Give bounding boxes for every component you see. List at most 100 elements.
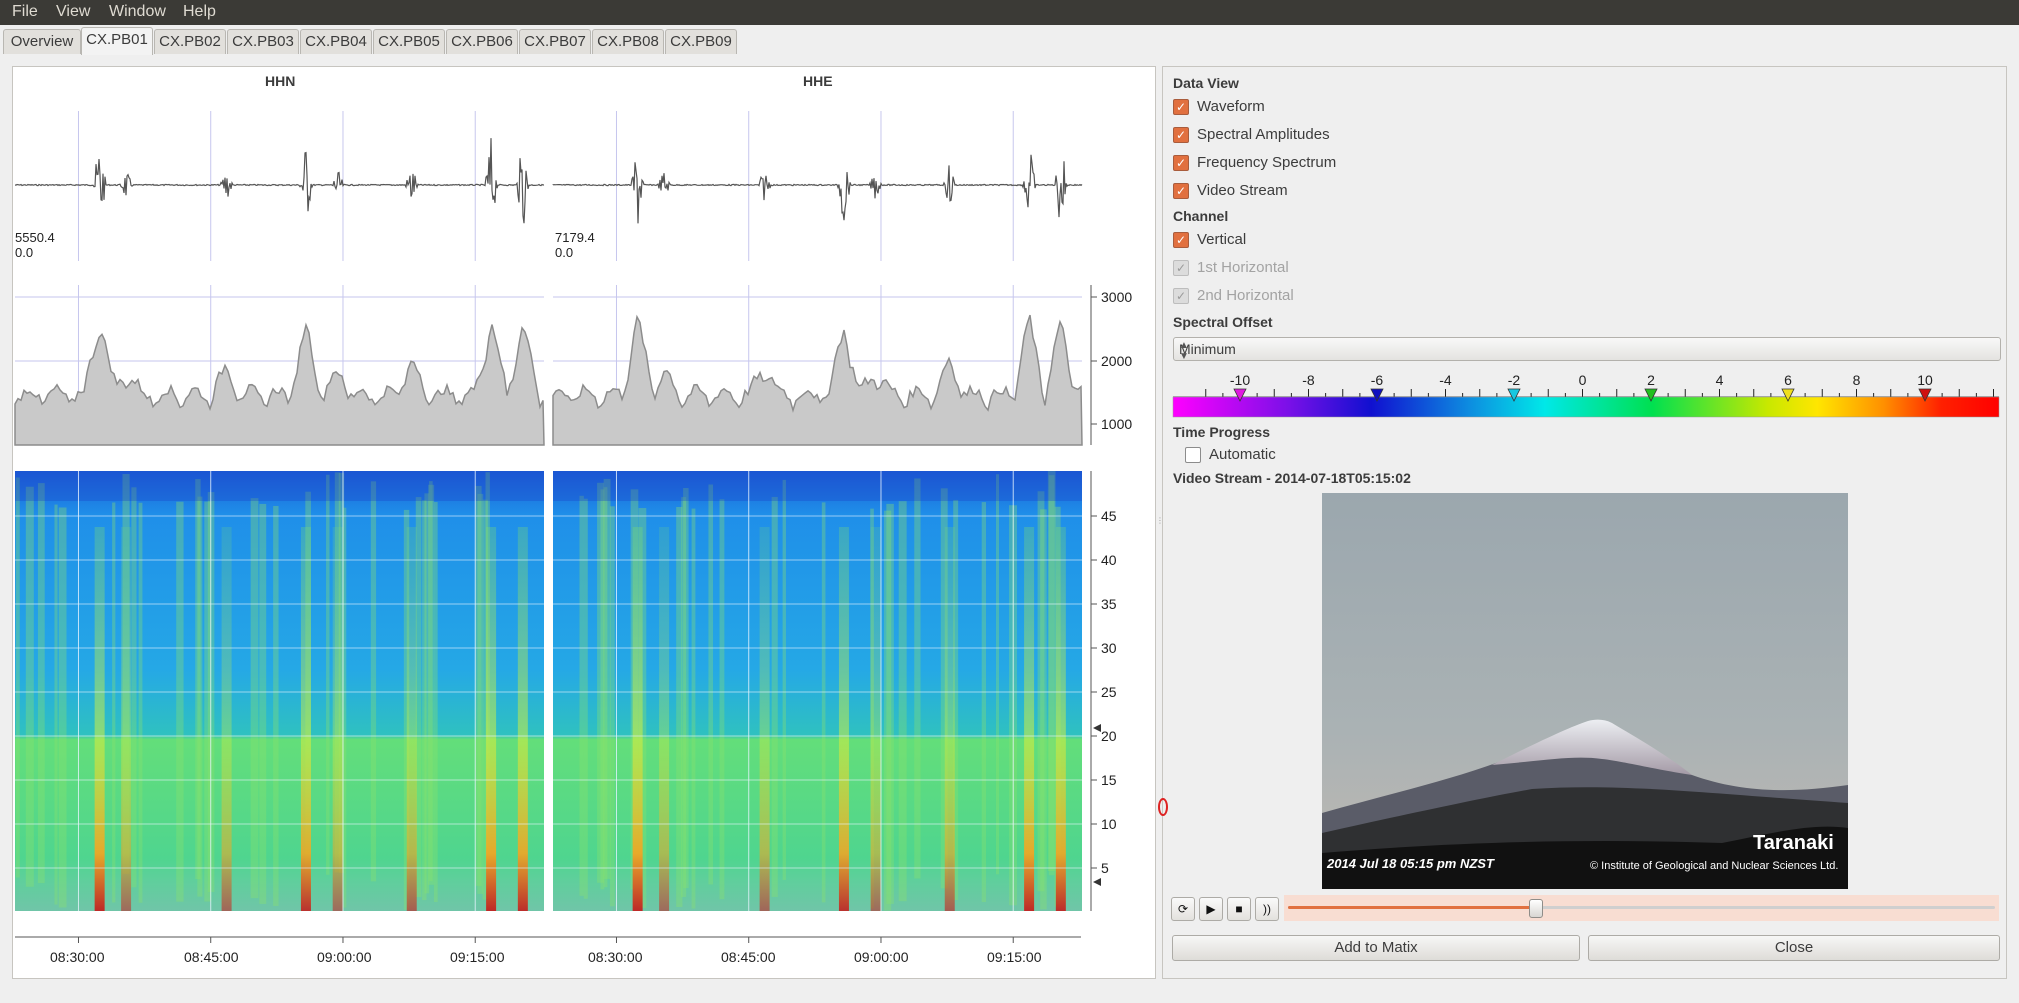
freq-upper-marker[interactable]: [1093, 724, 1101, 732]
spectrogram-streak: [433, 502, 438, 903]
data-view-title: Data View: [1173, 75, 1239, 91]
station-tabs: Overview CX.PB01 CX.PB02 CX.PB03 CX.PB04…: [0, 26, 2019, 56]
spectrogram-streak: [719, 499, 725, 900]
spectrogram-streak: [1040, 509, 1047, 910]
slider-handle[interactable]: [1529, 899, 1544, 918]
menu-window[interactable]: Window: [109, 3, 166, 21]
scale-label: 8: [1853, 372, 1861, 388]
freq-lower-marker[interactable]: [1093, 878, 1101, 886]
spectrogram-streak: [195, 479, 201, 880]
video-frame: Taranaki 2014 Jul 18 05:15 pm NZST © Ins…: [1322, 493, 1848, 889]
spectrogram-event: [838, 527, 849, 911]
video-progress-slider[interactable]: [1284, 895, 1999, 921]
feed-button[interactable]: )): [1255, 897, 1279, 921]
feed-icon: )): [1263, 902, 1271, 916]
menu-file[interactable]: File: [12, 3, 38, 21]
scale-label: -8: [1302, 372, 1315, 388]
plots-svg: 5550.4 0.0 7179.4 0.0 3000 2000 1000 45 …: [14, 111, 1132, 965]
scale-label: 6: [1784, 372, 1792, 388]
freq-tick-10: 10: [1101, 816, 1117, 832]
splitter-handle[interactable]: ⋮: [1156, 510, 1164, 525]
spectral-offset-scale[interactable]: -10 -8 -6 -4 -2 0 2 4 6 8 10: [1163, 365, 2006, 435]
tab-cx-pb06[interactable]: CX.PB06: [446, 29, 518, 54]
spectrogram-event: [221, 527, 232, 911]
check-icon: ✓: [1173, 183, 1189, 199]
time-tick-0830-hhn: 08:30:00: [50, 949, 105, 965]
scale-label: -6: [1371, 372, 1384, 388]
spectrogram-event: [332, 527, 343, 911]
tab-cx-pb03[interactable]: CX.PB03: [227, 29, 299, 54]
scale-label: 2: [1647, 372, 1655, 388]
waveform-plot-hhn: [15, 111, 544, 261]
spectrogram-event: [632, 527, 643, 911]
spectral-offset-title: Spectral Offset: [1173, 314, 1273, 330]
tab-overview[interactable]: Overview: [3, 29, 81, 54]
amplitude-tick-2000: 2000: [1101, 353, 1132, 369]
scale-label: 10: [1917, 372, 1933, 388]
spectrogram-streak: [15, 477, 20, 878]
tab-cx-pb01[interactable]: CX.PB01: [81, 27, 153, 55]
spectral-offset-select[interactable]: Minimum ▲ ▼: [1173, 337, 2001, 362]
menu-help[interactable]: Help: [183, 3, 216, 21]
spectrogram-streak: [691, 508, 696, 909]
chevron-updown-icon: ▲ ▼: [1179, 340, 1189, 362]
spectrogram-streak: [898, 501, 907, 902]
spectrogram-streak: [579, 495, 584, 896]
spectrogram-streak: [683, 487, 689, 888]
check-icon: ✓: [1173, 155, 1189, 171]
plot-panel: HHN HHE 5550.4 0.0 7179.4 0.0 3000 2000 …: [12, 66, 1156, 979]
waveform-max-hhe: 7179.4: [555, 230, 595, 245]
freq-tick-40: 40: [1101, 552, 1117, 568]
menu-view[interactable]: View: [56, 3, 90, 21]
spectrogram-event: [300, 527, 311, 911]
spectrogram-streak: [25, 486, 34, 887]
spectrogram-streak: [326, 474, 330, 875]
spectrogram-event: [870, 527, 881, 911]
spectrogram-band: [15, 471, 544, 501]
video-caption-credit: © Institute of Geological and Nuclear Sc…: [1590, 860, 1838, 872]
splitter-marker[interactable]: [1158, 798, 1168, 816]
spectrogram-hhn: [15, 471, 544, 911]
spectrogram-streak: [995, 474, 999, 875]
spectrogram-streak: [821, 502, 826, 903]
spectrogram-event: [944, 527, 955, 911]
scale-label: -4: [1439, 372, 1452, 388]
spectrogram-streak: [131, 487, 137, 888]
amplitude-tick-1000: 1000: [1101, 416, 1132, 432]
spectrogram-streak: [37, 483, 45, 884]
check-icon: ✓: [1173, 288, 1189, 304]
spectrogram-band: [553, 471, 1082, 501]
spectrogram-event: [659, 527, 670, 911]
scale-label: 0: [1579, 372, 1587, 388]
stop-button[interactable]: ■: [1227, 897, 1251, 921]
waveform-max-hhn: 5550.4: [15, 230, 55, 245]
spectrogram-streak: [176, 501, 184, 902]
refresh-button[interactable]: ⟳: [1171, 897, 1195, 921]
time-axis: 08:30:00 08:45:00 09:00:00 09:15:00 08:3…: [15, 936, 1081, 965]
tab-cx-pb08[interactable]: CX.PB08: [592, 29, 664, 54]
spectrogram-streak: [603, 478, 611, 879]
spectrogram-streak: [676, 506, 683, 907]
check-icon: ✓: [1173, 99, 1189, 115]
tab-cx-pb04[interactable]: CX.PB04: [300, 29, 372, 54]
freq-tick-15: 15: [1101, 772, 1117, 788]
spectrogram-streak: [1047, 471, 1056, 872]
spectrogram-streak: [477, 493, 484, 894]
waveform-min-hhe: 0.0: [555, 245, 573, 260]
menu-bar: File View Window Help: [0, 0, 2019, 25]
add-to-matix-button[interactable]: Add to Matix: [1172, 935, 1580, 961]
time-tick-0900-hhn: 09:00:00: [317, 949, 372, 965]
spectrogram-streak: [112, 502, 116, 903]
time-tick-0845-hhe: 08:45:00: [721, 949, 776, 965]
close-button[interactable]: Close: [1588, 935, 2000, 961]
spectrogram-streak: [782, 479, 786, 880]
spectrogram-event: [1024, 527, 1035, 911]
spectrogram-streak: [58, 507, 67, 908]
tab-cx-pb02[interactable]: CX.PB02: [154, 29, 226, 54]
tab-cx-pb09[interactable]: CX.PB09: [665, 29, 737, 54]
amplitude-axis: 3000 2000 1000: [1090, 285, 1132, 445]
tab-cx-pb05[interactable]: CX.PB05: [373, 29, 445, 54]
spectrogram-streak: [343, 507, 347, 908]
tab-cx-pb07[interactable]: CX.PB07: [519, 29, 591, 54]
play-button[interactable]: ▶: [1199, 897, 1223, 921]
